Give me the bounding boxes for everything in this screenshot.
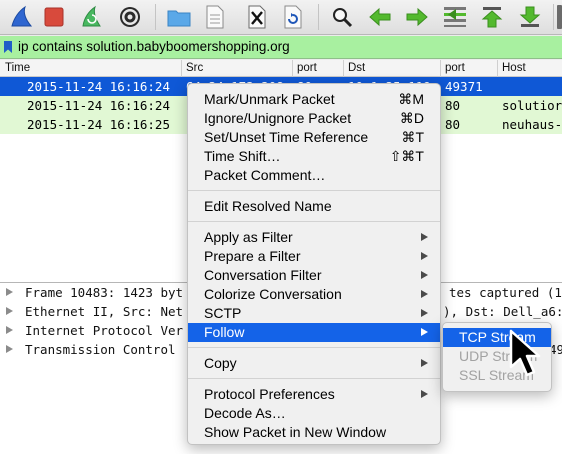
- last-packet-icon[interactable]: [516, 3, 544, 31]
- menu-item-prepare-filter[interactable]: Prepare a Filter: [188, 247, 440, 266]
- menu-item-sctp[interactable]: SCTP: [188, 304, 440, 323]
- forward-arrow-icon[interactable]: [403, 3, 431, 31]
- menu-item-colorize-conversation[interactable]: Colorize Conversation: [188, 285, 440, 304]
- submenu-arrow-icon: [421, 309, 428, 317]
- shark-fin-icon[interactable]: [8, 3, 36, 31]
- display-filter-bar[interactable]: ip contains solution.babyboomershopping.…: [0, 36, 562, 59]
- packet-list-header: Time Src port Dst port Host: [0, 60, 562, 77]
- submenu-arrow-icon: [421, 233, 428, 241]
- menu-item-follow[interactable]: Follow: [188, 323, 440, 342]
- menu-item-show-packet-new-window[interactable]: Show Packet in New Window: [188, 423, 440, 442]
- submenu-arrow-icon: [421, 359, 428, 367]
- column-header-dst-port[interactable]: port: [445, 62, 465, 74]
- column-header-time[interactable]: Time: [5, 62, 30, 74]
- packet-host: solutior: [502, 98, 562, 113]
- shortcut-label: ⌘D: [399, 110, 424, 126]
- packet-time: 2015-11-24 16:16:25: [27, 117, 170, 132]
- packet-time: 2015-11-24 16:16:24: [27, 79, 170, 94]
- expand-triangle-icon[interactable]: [6, 307, 13, 315]
- packet-context-menu: Mark/Unmark Packet ⌘M Ignore/Unignore Pa…: [187, 83, 441, 445]
- menu-separator: [188, 347, 440, 348]
- submenu-arrow-icon: [421, 328, 428, 336]
- packet-host: neuhaus-: [502, 117, 562, 132]
- packet-dst-port: 49371: [445, 79, 483, 94]
- menu-item-time-reference[interactable]: Set/Unset Time Reference ⌘T: [188, 128, 440, 147]
- back-arrow-icon[interactable]: [366, 3, 394, 31]
- submenu-arrow-icon: [421, 271, 428, 279]
- first-packet-icon[interactable]: [478, 3, 506, 31]
- search-icon[interactable]: [328, 3, 356, 31]
- shortcut-label: ⇧⌘T: [389, 148, 424, 164]
- menu-item-copy[interactable]: Copy: [188, 354, 440, 373]
- packet-time: 2015-11-24 16:16:24: [27, 98, 170, 113]
- display-filter-input[interactable]: ip contains solution.babyboomershopping.…: [18, 39, 290, 54]
- column-header-src[interactable]: Src: [186, 62, 203, 74]
- submenu-arrow-icon: [421, 252, 428, 260]
- folder-icon[interactable]: [165, 3, 193, 31]
- menu-item-mark-packet[interactable]: Mark/Unmark Packet ⌘M: [188, 90, 440, 109]
- menu-item-edit-resolved-name[interactable]: Edit Resolved Name: [188, 197, 440, 216]
- menu-separator: [188, 190, 440, 191]
- main-toolbar: [0, 0, 562, 35]
- shortcut-label: ⌘M: [398, 91, 424, 107]
- column-header-dst[interactable]: Dst: [348, 62, 365, 74]
- menu-separator: [188, 378, 440, 379]
- expand-triangle-icon[interactable]: [6, 326, 13, 334]
- submenu-arrow-icon: [421, 290, 428, 298]
- gear-icon[interactable]: [116, 3, 144, 31]
- menu-item-packet-comment[interactable]: Packet Comment…: [188, 166, 440, 185]
- restart-icon[interactable]: [78, 3, 106, 31]
- menu-item-time-shift[interactable]: Time Shift… ⇧⌘T: [188, 147, 440, 166]
- submenu-arrow-icon: [421, 390, 428, 398]
- bookmark-icon[interactable]: [3, 40, 13, 54]
- stop-icon[interactable]: [40, 3, 68, 31]
- go-to-packet-icon[interactable]: [441, 3, 469, 31]
- expand-triangle-icon[interactable]: [6, 288, 13, 296]
- mouse-cursor-icon: [509, 329, 541, 377]
- file-icon[interactable]: [201, 3, 229, 31]
- column-header-src-port[interactable]: port: [297, 62, 317, 74]
- overflow-icon[interactable]: [557, 5, 562, 29]
- packet-dst-port: 80: [445, 117, 461, 132]
- expand-triangle-icon[interactable]: [6, 345, 13, 353]
- menu-item-ignore-packet[interactable]: Ignore/Unignore Packet ⌘D: [188, 109, 440, 128]
- menu-item-apply-as-filter[interactable]: Apply as Filter: [188, 228, 440, 247]
- menu-item-protocol-preferences[interactable]: Protocol Preferences: [188, 385, 440, 404]
- menu-item-decode-as[interactable]: Decode As…: [188, 404, 440, 423]
- column-header-host[interactable]: Host: [502, 62, 526, 74]
- reload-icon[interactable]: [279, 3, 307, 31]
- menu-separator: [188, 221, 440, 222]
- menu-item-conversation-filter[interactable]: Conversation Filter: [188, 266, 440, 285]
- shortcut-label: ⌘T: [401, 129, 424, 145]
- close-file-icon[interactable]: [243, 3, 271, 31]
- packet-dst-port: 80: [445, 98, 461, 113]
